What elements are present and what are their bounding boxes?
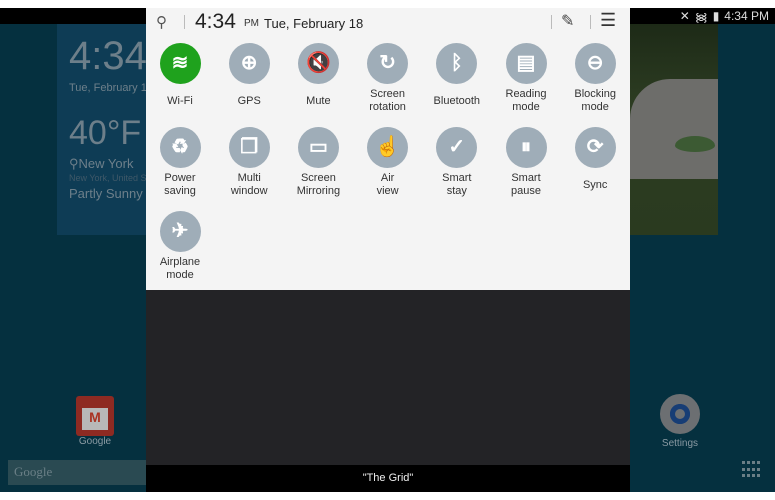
mute-icon: ✕ [679, 9, 690, 23]
toggle-label: Smart pause [511, 172, 541, 197]
gmail-icon: M [76, 396, 114, 436]
quick-toggle-air-view[interactable]: ☝ Air view [354, 127, 422, 198]
quick-toggle-airplane[interactable]: ✈ Airplane mode [146, 211, 214, 282]
quick-toggle-mute[interactable]: 🔇 Mute [284, 43, 352, 114]
quick-toggle-sync[interactable]: ⟳ Sync [561, 127, 629, 198]
quick-toggle-book[interactable]: ▤ Reading mode [492, 43, 560, 114]
wifi-icon: ≋ [159, 43, 201, 84]
caption-bar: "The Grid" [146, 465, 630, 492]
toggle-label: Screen rotation [369, 88, 406, 113]
quick-toggle-rotation[interactable]: ↻ Screen rotation [354, 43, 422, 114]
quick-toggle-smart-pause[interactable]: ⏸ Smart pause [492, 127, 560, 198]
location-pin-icon: ⚲ [69, 156, 79, 171]
settings-app[interactable]: Settings [652, 394, 708, 449]
widget-time: 4:34 [69, 34, 146, 78]
toggle-label: Wi-Fi [167, 94, 193, 107]
google-app-folder[interactable]: M Google [70, 396, 120, 447]
toggle-label: Bluetooth [433, 94, 481, 107]
quick-toggle-bluetooth[interactable]: ᛒ Bluetooth [423, 43, 491, 114]
widget-region: New York, United States [69, 173, 146, 183]
screen-mirroring-icon: ▭ [297, 127, 339, 168]
toggle-label: Airplane mode [159, 256, 201, 281]
edit-pencil-icon[interactable]: ✎ [561, 11, 574, 31]
quick-toggle-screen-mirroring[interactable]: ▭ Screen Mirroring [284, 127, 352, 198]
google-search-bar[interactable]: Google [8, 460, 146, 485]
bluetooth-icon: ᛒ [436, 43, 478, 84]
quick-toggle-smart-stay[interactable]: ✓ Smart stay [423, 127, 491, 198]
quick-toggle-blocking[interactable]: ⊖ Blocking mode [561, 43, 629, 114]
book-icon: ▤ [505, 43, 547, 84]
toggle-label: Smart stay [442, 172, 472, 197]
widget-city: ⚲New York [69, 156, 134, 171]
quick-toggle-multi-window[interactable]: ❐ Multi window [215, 127, 283, 198]
gps-icon: ⊕ [228, 43, 270, 84]
google-app-label: Google [78, 436, 112, 447]
multi-window-icon: ❐ [228, 127, 270, 168]
settings-app-label: Settings [661, 438, 699, 449]
status-time: 4:34 PM [724, 9, 769, 23]
toggle-label: Reading mode [505, 88, 547, 113]
quick-toggle-wifi[interactable]: ≋ Wi-Fi [146, 43, 214, 114]
panel-time: 4:34 [195, 10, 236, 33]
toggle-label: Blocking mode [574, 88, 616, 113]
recycle-icon: ♻ [159, 127, 201, 168]
toggle-label: Sync [582, 178, 608, 191]
panel-date: Tue, February 18 [264, 16, 364, 31]
sync-icon: ⟳ [574, 127, 616, 168]
airplane-icon: ✈ [159, 211, 201, 252]
toggle-label: Power saving [164, 172, 196, 197]
panel-ampm: PM [244, 18, 259, 29]
list-view-icon[interactable]: ☰ [600, 10, 616, 31]
mute-icon: 🔇 [297, 43, 339, 84]
quick-toggle-gps[interactable]: ⊕ GPS [215, 43, 283, 114]
toggle-label: Mute [306, 94, 331, 107]
gear-icon [660, 394, 700, 434]
s-finder-search-icon[interactable]: ⚲ [156, 13, 167, 31]
smart-stay-icon: ✓ [436, 127, 478, 168]
wifi-icon: ᯼ [694, 9, 708, 24]
air-view-icon: ☝ [367, 127, 409, 168]
wallpaper-image [630, 24, 718, 235]
toggle-label: Air view [376, 172, 399, 197]
widget-condition: Partly Sunny [69, 186, 143, 201]
clock-weather-widget[interactable]: 4:34 Tue, February 18 40°F ⚲New York New… [57, 24, 146, 235]
notification-panel: ⚲ 4:34 PM Tue, February 18 ✎ ☰ ≋ Wi-Fi ⊕ GP… [146, 8, 630, 290]
toggle-label: GPS [237, 94, 261, 107]
battery-icon: ▮ [712, 9, 720, 23]
smart-pause-icon: ⏸ [505, 127, 547, 168]
widget-date: Tue, February 18 [69, 82, 146, 94]
blocking-icon: ⊖ [574, 43, 616, 84]
apps-grid-icon[interactable] [742, 461, 762, 479]
rotation-icon: ↻ [367, 43, 409, 84]
widget-temperature: 40°F [69, 114, 142, 152]
toggle-label: Multi window [230, 172, 268, 197]
toggle-label: Screen Mirroring [296, 172, 341, 197]
quick-toggle-recycle[interactable]: ♻ Power saving [146, 127, 214, 198]
notification-area [146, 290, 630, 465]
